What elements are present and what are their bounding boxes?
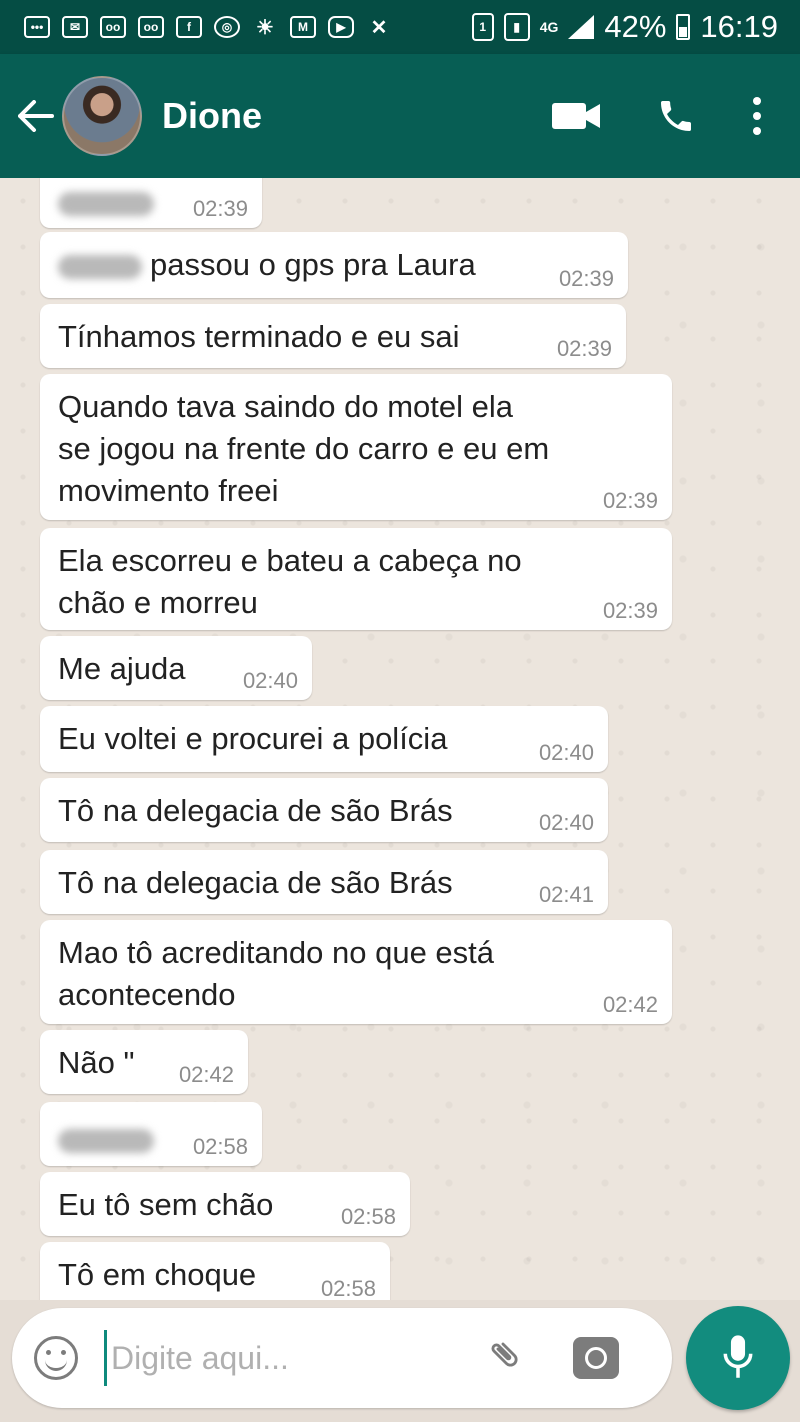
text-cursor (104, 1330, 107, 1386)
battery-icon (676, 14, 691, 40)
facebook-notification-icon: f (176, 16, 202, 38)
redacted-text (58, 191, 154, 216)
message-text: Eu voltei e procurei a polícia (58, 721, 448, 756)
weather-notification-icon: ☀ (256, 16, 274, 39)
emoji-icon[interactable] (34, 1336, 78, 1380)
message-composer (12, 1308, 672, 1408)
video-call-icon[interactable] (552, 101, 600, 131)
message-bubble[interactable]: 02:39 (40, 178, 262, 228)
message-time: 02:40 (538, 740, 594, 765)
message-bubble[interactable]: Mao tô acreditando no que está acontecen… (40, 920, 672, 1024)
system-status: 1 ▮ 4G 42% 16:19 (471, 9, 778, 45)
message-time: 02:39 (192, 196, 248, 221)
network-type-label: 4G (539, 18, 559, 35)
message-bubble[interactable]: Tínhamos terminado e eu sai 02:39 (40, 304, 626, 368)
message-list[interactable]: 02:39 passou o gps pra Laura 02:39 Tínha… (0, 178, 800, 1300)
cell-signal-icon (568, 15, 595, 39)
message-text: Tínhamos terminado e eu sai (58, 319, 460, 354)
message-text: Tô na delegacia de são Brás (58, 793, 453, 828)
gmail-notification-icon: M (290, 16, 316, 38)
notification-icons: ••• ✉ oo oo f ◎ ☀ M ▶ ✕ (24, 16, 392, 39)
message-time: 02:40 (242, 668, 298, 693)
contact-avatar[interactable] (62, 76, 142, 156)
message-text: passou o gps pra Laura (150, 247, 476, 282)
attach-icon[interactable] (478, 1328, 537, 1387)
camera-icon[interactable] (573, 1337, 619, 1379)
message-text: Quando tava saindo do motel ela se jogou… (58, 389, 550, 508)
message-time: 02:42 (178, 1062, 234, 1087)
vibrate-mute-icon: ✕ (370, 16, 388, 39)
contact-name[interactable]: Dione (162, 95, 262, 137)
phone-call-icon[interactable] (656, 96, 696, 136)
battery-percent: 42% (604, 9, 667, 44)
message-time: 02:39 (602, 488, 658, 513)
message-text: Tô em choque (58, 1257, 257, 1292)
microphone-button[interactable] (686, 1306, 790, 1410)
message-bubble[interactable]: Tô na delegacia de são Brás 02:40 (40, 778, 608, 842)
message-bubble[interactable]: 02:58 (40, 1102, 262, 1166)
back-arrow-icon[interactable] (16, 100, 56, 132)
message-time: 02:39 (558, 266, 614, 291)
youtube-notification-icon: ▶ (328, 16, 354, 38)
message-text: Tô na delegacia de são Brás (58, 865, 453, 900)
message-time: 02:42 (602, 992, 658, 1017)
more-options-icon[interactable] (752, 96, 762, 136)
message-text: Mao tô acreditando no que está acontecen… (58, 935, 495, 1012)
message-time: 02:58 (340, 1204, 396, 1229)
voicemail-notification-icon: oo (100, 16, 126, 38)
chat-header: Dione (0, 54, 800, 178)
sync-notification-icon: ◎ (214, 16, 240, 38)
message-time: 02:40 (538, 810, 594, 835)
message-bubble[interactable]: passou o gps pra Laura 02:39 (40, 232, 628, 298)
message-time: 02:58 (320, 1276, 376, 1300)
message-bubble[interactable]: Tô na delegacia de são Brás 02:41 (40, 850, 608, 914)
clock: 16:19 (700, 9, 778, 44)
message-input[interactable] (109, 1338, 473, 1378)
message-bubble[interactable]: Tô em choque 02:58 (40, 1242, 390, 1300)
voicemail-notification-icon-2: oo (138, 16, 164, 38)
message-time: 02:39 (556, 336, 612, 361)
microphone-icon (723, 1335, 753, 1378)
header-actions (552, 96, 762, 136)
mail-notification-icon: ✉ (62, 16, 88, 38)
redacted-text (58, 254, 142, 279)
sim-icon: 1 (471, 13, 494, 41)
message-bubble[interactable]: Quando tava saindo do motel ela se jogou… (40, 374, 672, 520)
message-bubble[interactable]: Me ajuda 02:40 (40, 636, 312, 700)
redacted-text (58, 1128, 154, 1153)
message-time: 02:58 (192, 1134, 248, 1159)
message-time: 02:41 (538, 882, 594, 907)
message-bubble[interactable]: Não " 02:42 (40, 1030, 248, 1094)
status-bar: ••• ✉ oo oo f ◎ ☀ M ▶ ✕ 1 ▮ 4G 42% 16:19 (0, 0, 800, 54)
message-text: Ela escorreu e bateu a cabeça no chão e … (58, 543, 522, 620)
message-bubble[interactable]: Ela escorreu e bateu a cabeça no chão e … (40, 528, 672, 630)
message-bubble[interactable]: Eu tô sem chão 02:58 (40, 1172, 410, 1236)
message-time: 02:39 (602, 598, 658, 623)
message-text: Me ajuda (58, 651, 186, 686)
message-text: Não " (58, 1045, 135, 1080)
wifi-signal-icon: ▮ (503, 13, 530, 41)
message-bubble[interactable]: Eu voltei e procurei a polícia 02:40 (40, 706, 608, 772)
chat-notification-icon: ••• (24, 16, 50, 38)
message-text: Eu tô sem chão (58, 1187, 274, 1222)
